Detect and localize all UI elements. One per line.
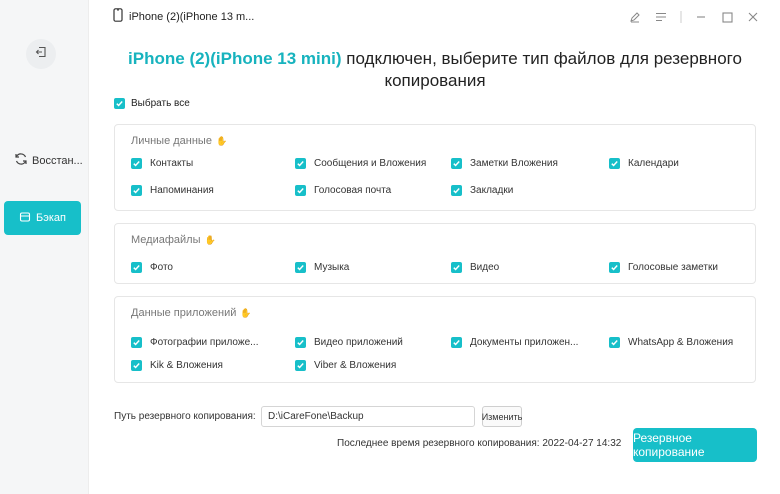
checkbox-voice-memos[interactable]: Голосовые заметки bbox=[609, 262, 718, 273]
item-label: Напоминания bbox=[150, 185, 214, 196]
checkbox-checked-icon bbox=[114, 98, 125, 109]
item-label: Голосовые заметки bbox=[628, 262, 718, 273]
section-title: Личные данные ✋ bbox=[131, 135, 228, 147]
item-label: Фотографии приложе... bbox=[150, 337, 259, 348]
maximize-icon[interactable] bbox=[720, 10, 734, 24]
checkbox-photos[interactable]: Фото bbox=[131, 262, 173, 273]
minimize-icon[interactable] bbox=[694, 10, 708, 24]
window-title: iPhone (2)(iPhone 13 m... bbox=[129, 10, 255, 23]
sidebar-item-label: Восстан... bbox=[32, 154, 83, 167]
checkbox-checked-icon bbox=[295, 360, 306, 371]
exit-button[interactable] bbox=[26, 39, 56, 69]
backup-icon bbox=[19, 211, 31, 226]
sidebar-item-restore[interactable]: Восстан... bbox=[14, 152, 83, 169]
item-label: Видео bbox=[470, 262, 500, 273]
section-title: Медиафайлы ✋ bbox=[131, 234, 216, 246]
checkbox-viber[interactable]: Viber & Вложения bbox=[295, 360, 396, 371]
checkbox-checked-icon bbox=[451, 185, 462, 196]
item-label: Фото bbox=[150, 262, 173, 273]
item-label: Голосовая почта bbox=[314, 185, 392, 196]
title-text: подключен, выберите тип файлов для резер… bbox=[341, 49, 742, 68]
sidebar: Восстан... Бэкап bbox=[0, 0, 88, 494]
checkbox-kik[interactable]: Kik & Вложения bbox=[131, 360, 223, 371]
checkbox-checked-icon bbox=[609, 158, 620, 169]
item-label: Сообщения и Вложения bbox=[314, 158, 427, 169]
sidebar-item-backup[interactable]: Бэкап bbox=[4, 201, 81, 235]
checkbox-video[interactable]: Видео bbox=[451, 262, 499, 273]
backup-button[interactable]: Резервное копирование bbox=[633, 428, 757, 462]
checkbox-checked-icon bbox=[295, 262, 306, 273]
page-title: iPhone (2)(iPhone 13 mini) подключен, вы… bbox=[89, 48, 780, 92]
item-label: Viber & Вложения bbox=[314, 360, 397, 371]
main-panel: iPhone (2)(iPhone 13 m... iPhone (2)(iPh… bbox=[88, 0, 780, 494]
separator-icon bbox=[680, 10, 682, 24]
item-label: Видео приложений bbox=[314, 337, 403, 348]
section-title: Данные приложений ✋ bbox=[131, 307, 252, 319]
checkbox-checked-icon bbox=[451, 158, 462, 169]
item-label: Закладки bbox=[470, 185, 514, 196]
checkbox-checked-icon bbox=[295, 158, 306, 169]
checkbox-checked-icon bbox=[609, 337, 620, 348]
section-media: Медиафайлы ✋ Фото Музыка Видео Голосовые … bbox=[114, 223, 756, 284]
checkbox-checked-icon bbox=[609, 262, 620, 273]
phone-icon bbox=[113, 8, 123, 25]
window-title-bar: iPhone (2)(iPhone 13 m... bbox=[113, 8, 254, 25]
item-label: Музыка bbox=[314, 262, 350, 273]
checkbox-checked-icon bbox=[131, 262, 142, 273]
checkbox-contacts[interactable]: Контакты bbox=[131, 158, 193, 169]
item-label: Календари bbox=[628, 158, 679, 169]
select-all-checkbox[interactable]: Выбрать все bbox=[114, 98, 190, 109]
item-label: Документы приложен... bbox=[470, 337, 579, 348]
device-name: iPhone (2)(iPhone 13 mini) bbox=[128, 49, 342, 68]
checkbox-whatsapp[interactable]: WhatsApp & Вложения bbox=[609, 337, 733, 348]
checkbox-music[interactable]: Музыка bbox=[295, 262, 349, 273]
hand-icon: ✋ bbox=[204, 234, 216, 245]
window-controls bbox=[628, 10, 760, 24]
sidebar-item-label: Бэкап bbox=[36, 212, 66, 224]
checkbox-app-photos[interactable]: Фотографии приложе... bbox=[131, 337, 258, 348]
checkbox-bookmarks[interactable]: Закладки bbox=[451, 185, 513, 196]
checkbox-notes[interactable]: Заметки Вложения bbox=[451, 158, 558, 169]
checkbox-checked-icon bbox=[131, 185, 142, 196]
hand-icon: ✋ bbox=[240, 307, 252, 318]
item-label: Контакты bbox=[150, 158, 194, 169]
restore-icon bbox=[14, 152, 28, 169]
title-text-line2: копирования bbox=[384, 71, 486, 90]
checkbox-checked-icon bbox=[131, 337, 142, 348]
backup-path-input[interactable]: D:\iCareFone\Backup bbox=[261, 406, 475, 427]
checkbox-checked-icon bbox=[131, 360, 142, 371]
section-personal-data: Личные данные ✋ Контакты Сообщения и Влож… bbox=[114, 124, 756, 211]
section-app-data: Данные приложений ✋ Фотографии приложе...… bbox=[114, 296, 756, 383]
feedback-icon[interactable] bbox=[628, 10, 642, 24]
item-label: Kik & Вложения bbox=[150, 360, 223, 371]
checkbox-app-videos[interactable]: Видео приложений bbox=[295, 337, 403, 348]
item-label: Заметки Вложения bbox=[470, 158, 558, 169]
select-all-label: Выбрать все bbox=[131, 98, 190, 109]
checkbox-checked-icon bbox=[451, 262, 462, 273]
backup-path-label: Путь резервного копирования: bbox=[114, 411, 256, 422]
hand-icon: ✋ bbox=[215, 135, 228, 146]
menu-icon[interactable] bbox=[654, 10, 668, 24]
checkbox-voicemail[interactable]: Голосовая почта bbox=[295, 185, 391, 196]
checkbox-messages[interactable]: Сообщения и Вложения bbox=[295, 158, 426, 169]
checkbox-checked-icon bbox=[295, 185, 306, 196]
checkbox-reminders[interactable]: Напоминания bbox=[131, 185, 214, 196]
checkbox-checked-icon bbox=[131, 158, 142, 169]
checkbox-checked-icon bbox=[295, 337, 306, 348]
checkbox-app-documents[interactable]: Документы приложен... bbox=[451, 337, 578, 348]
checkbox-checked-icon bbox=[451, 337, 462, 348]
exit-icon bbox=[35, 45, 47, 63]
close-icon[interactable] bbox=[746, 10, 760, 24]
checkbox-calendars[interactable]: Календари bbox=[609, 158, 679, 169]
last-backup-time: Последнее время резервного копирования: … bbox=[337, 438, 622, 449]
item-label: WhatsApp & Вложения bbox=[628, 337, 734, 348]
change-path-button[interactable]: Изменить bbox=[482, 406, 522, 427]
